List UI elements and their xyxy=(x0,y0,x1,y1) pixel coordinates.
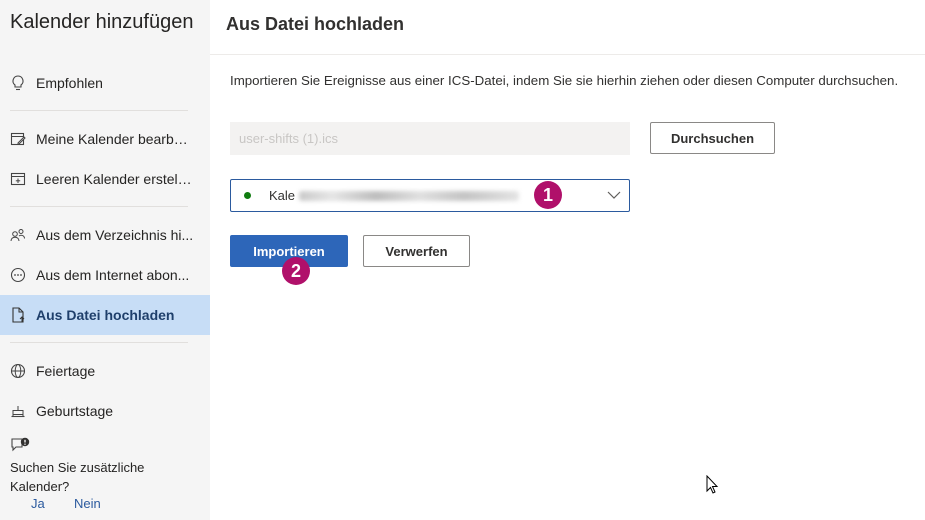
edit-calendar-icon xyxy=(10,131,26,147)
globe-link-icon xyxy=(10,267,26,283)
redacted-calendar-name xyxy=(299,190,520,201)
nav-item-directory[interactable]: Aus dem Verzeichnis hi... xyxy=(0,215,210,255)
sidebar-divider xyxy=(10,206,188,207)
nav-item-label: Leeren Kalender erstellen xyxy=(36,171,194,187)
file-path-field[interactable]: user-shifts (1).ics xyxy=(230,122,630,155)
file-upload-icon xyxy=(10,307,26,323)
sidebar: Kalender hinzufügen Empfohlen Meine Kale… xyxy=(0,0,210,520)
upload-description: Importieren Sie Ereignisse aus einer ICS… xyxy=(230,73,899,88)
page-title: Aus Datei hochladen xyxy=(226,14,405,34)
nav-item-create-blank[interactable]: Leeren Kalender erstellen xyxy=(0,159,210,199)
step-badge-2: 2 xyxy=(282,257,310,285)
nav-item-subscribe-web[interactable]: Aus dem Internet abon... xyxy=(0,255,210,295)
people-icon xyxy=(10,227,26,243)
cake-icon xyxy=(10,403,26,419)
additional-calendars-prompt: Suchen Sie zusätzliche Kalender? xyxy=(10,460,145,494)
nav-item-label: Geburtstage xyxy=(36,403,114,419)
calendar-select[interactable]: Kale xyxy=(230,179,630,212)
lightbulb-icon xyxy=(10,75,26,91)
calendar-select-value: Kale xyxy=(269,188,296,203)
main-panel: Aus Datei hochladen Importieren Sie Erei… xyxy=(210,0,925,520)
nav-item-edit-calendars[interactable]: Meine Kalender bearbei... xyxy=(0,119,210,159)
nav-item-label: Empfohlen xyxy=(36,75,103,91)
nav-item-upload-file[interactable]: Aus Datei hochladen xyxy=(0,295,210,335)
prompt-no-link[interactable]: Nein xyxy=(74,496,101,511)
nav-item-label: Aus dem Internet abon... xyxy=(36,267,190,283)
nav-item-birthdays[interactable]: Geburtstage xyxy=(0,391,210,431)
sidebar-divider xyxy=(10,110,188,111)
chat-alert-icon xyxy=(10,437,30,455)
nav-item-label: Aus dem Verzeichnis hi... xyxy=(36,227,194,243)
browse-button[interactable]: Durchsuchen xyxy=(650,122,775,154)
calendar-color-dot xyxy=(244,192,251,199)
sidebar-title: Kalender hinzufügen xyxy=(10,11,194,33)
nav-item-label: Meine Kalender bearbei... xyxy=(36,131,194,147)
header-divider xyxy=(210,54,925,55)
discard-button[interactable]: Verwerfen xyxy=(363,235,470,267)
calendar-add-icon xyxy=(10,171,26,187)
file-path-value: user-shifts (1).ics xyxy=(239,131,338,146)
globe-icon xyxy=(10,363,26,379)
nav-item-holidays[interactable]: Feiertage xyxy=(0,351,210,391)
sidebar-divider xyxy=(10,342,188,343)
nav-item-label: Feiertage xyxy=(36,363,96,379)
step-badge-1: 1 xyxy=(534,181,562,209)
nav-item-label: Aus Datei hochladen xyxy=(36,307,175,323)
prompt-yes-link[interactable]: Ja xyxy=(31,496,45,511)
chevron-down-icon xyxy=(607,191,621,199)
nav-item-recommended[interactable]: Empfohlen xyxy=(0,63,210,103)
mouse-cursor-icon xyxy=(706,475,719,494)
